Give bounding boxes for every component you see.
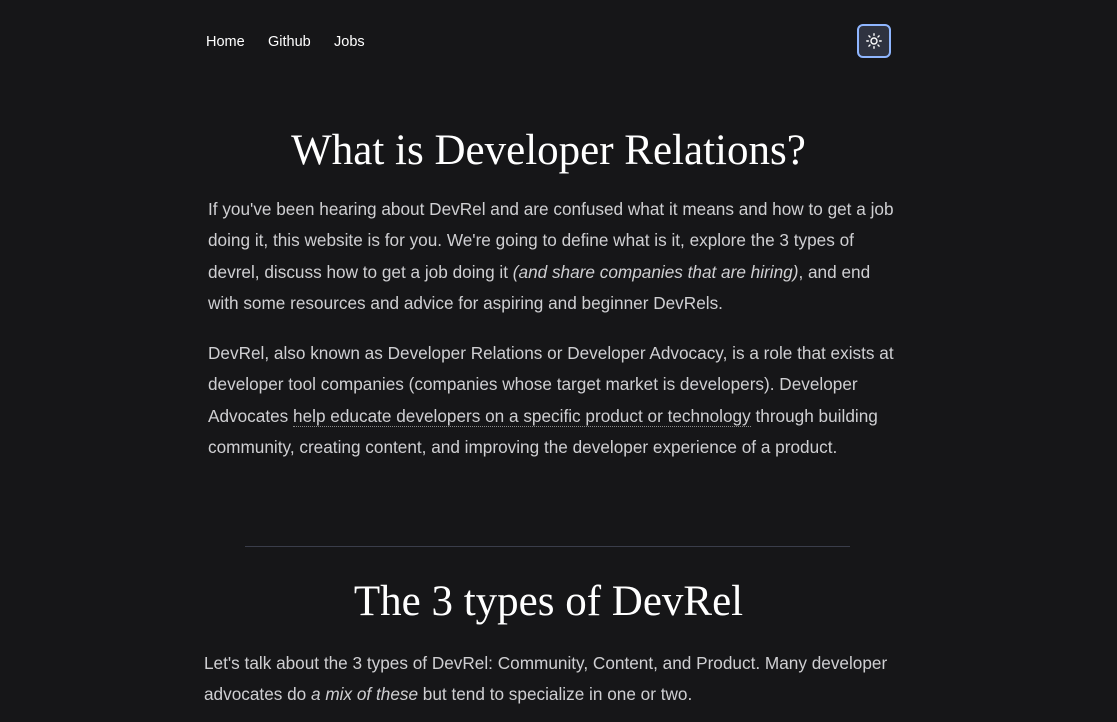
section-divider: [245, 546, 850, 547]
page-title: What is Developer Relations?: [291, 127, 806, 174]
nav-github-link[interactable]: Github: [268, 34, 311, 50]
intro-paragraph: If you've been hearing about DevRel and …: [208, 194, 898, 320]
sun-icon: [866, 33, 882, 49]
definition-paragraph: DevRel, also known as Developer Relation…: [208, 338, 898, 464]
educate-developers-link[interactable]: help educate developers on a specific pr…: [293, 405, 751, 427]
types-text-b: but tend to specialize in one or two.: [418, 684, 693, 705]
types-emphasis: a mix of these: [311, 684, 419, 705]
nav-jobs-link[interactable]: Jobs: [334, 34, 365, 50]
theme-toggle-button[interactable]: [857, 24, 891, 58]
types-section-title: The 3 types of DevRel: [353, 578, 744, 625]
types-intro-paragraph: Let's talk about the 3 types of DevRel: …: [204, 648, 894, 711]
top-nav: Home Github Jobs: [206, 24, 891, 62]
intro-emphasis: (and share companies that are hiring): [512, 261, 799, 282]
nav-home-link[interactable]: Home: [206, 34, 245, 50]
